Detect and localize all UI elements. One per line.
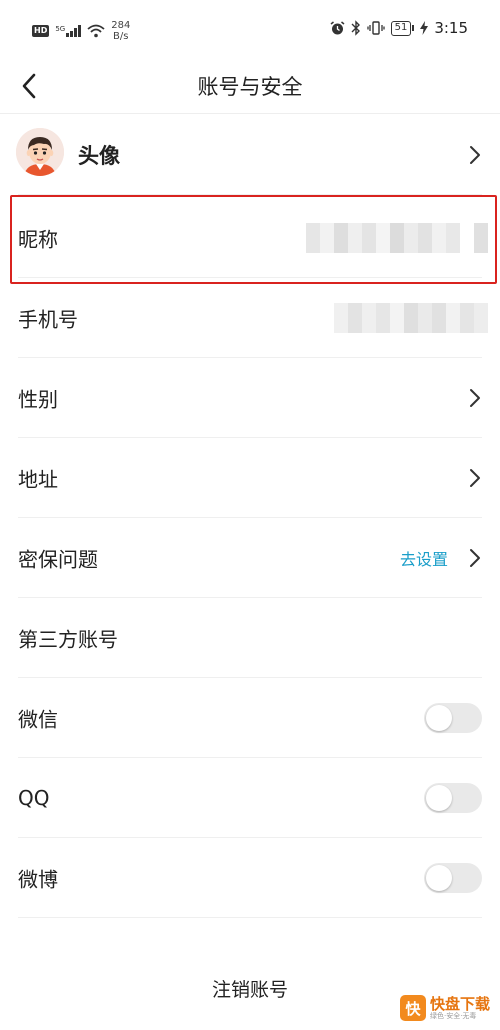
status-left: HD 5G 284 B/s [32, 20, 130, 42]
row-phone[interactable]: 手机号 [0, 278, 500, 358]
watermark-name: 快盘下载 [429, 995, 490, 1013]
nickname-highlight-box [10, 195, 497, 284]
row-gender[interactable]: 性别 [0, 358, 500, 438]
phone-value-redacted [334, 303, 488, 333]
status-right: 51 3:15 [330, 19, 468, 37]
wifi-icon [87, 24, 105, 38]
net-speed-unit: B/s [113, 31, 129, 42]
chevron-right-icon [470, 146, 480, 164]
weibo-toggle[interactable] [424, 863, 482, 893]
avatar [16, 128, 64, 176]
vibrate-icon [366, 21, 385, 35]
chevron-right-icon [470, 549, 480, 567]
watermark-logo-icon: 快 [399, 995, 426, 1021]
address-label: 地址 [18, 467, 58, 492]
weibo-label: 微博 [18, 867, 58, 892]
phone-label: 手机号 [18, 307, 78, 332]
row-address[interactable]: 地址 [0, 438, 500, 518]
chevron-right-icon [470, 389, 480, 407]
row-security-question[interactable]: 密保问题 去设置 [0, 518, 500, 598]
net-speed: 284 B/s [111, 20, 130, 42]
cellular-signal-icon: 5G [55, 25, 82, 37]
row-qq: QQ [0, 758, 500, 838]
gender-label: 性别 [18, 387, 58, 412]
avatar-label: 头像 [78, 144, 120, 168]
setup-link[interactable]: 去设置 [400, 546, 448, 570]
network-type: 5G [55, 25, 66, 33]
row-wechat: 微信 [0, 678, 500, 758]
avatar-image [16, 128, 64, 176]
watermark: 快 快盘下载 绿色·安全·无毒 [399, 995, 490, 1021]
row-weibo: 微博 [0, 838, 500, 918]
wechat-toggle[interactable] [424, 703, 482, 733]
hd-badge: HD [32, 25, 50, 37]
alarm-icon [330, 20, 345, 34]
row-avatar[interactable]: 头像 [0, 115, 500, 195]
charging-icon [420, 21, 429, 35]
wechat-label: 微信 [18, 707, 58, 732]
bluetooth-icon [351, 20, 360, 36]
row-third-party-header: 第三方账号 [0, 598, 500, 678]
watermark-tagline: 绿色·安全·无毒 [429, 1012, 477, 1020]
nav-bar: 账号与安全 [0, 58, 500, 114]
battery-level: 51 [390, 20, 412, 36]
qq-toggle[interactable] [424, 783, 482, 813]
page-title: 账号与安全 [197, 75, 303, 99]
third-party-label: 第三方账号 [18, 627, 118, 652]
chevron-right-icon [470, 469, 480, 487]
clock: 3:15 [434, 19, 468, 37]
status-bar: HD 5G 284 B/s 51 3:15 [0, 0, 500, 58]
security-question-label: 密保问题 [18, 547, 98, 572]
battery-icon: 51 [390, 20, 415, 36]
net-speed-value: 284 [111, 20, 131, 31]
qq-label: QQ [18, 786, 50, 810]
